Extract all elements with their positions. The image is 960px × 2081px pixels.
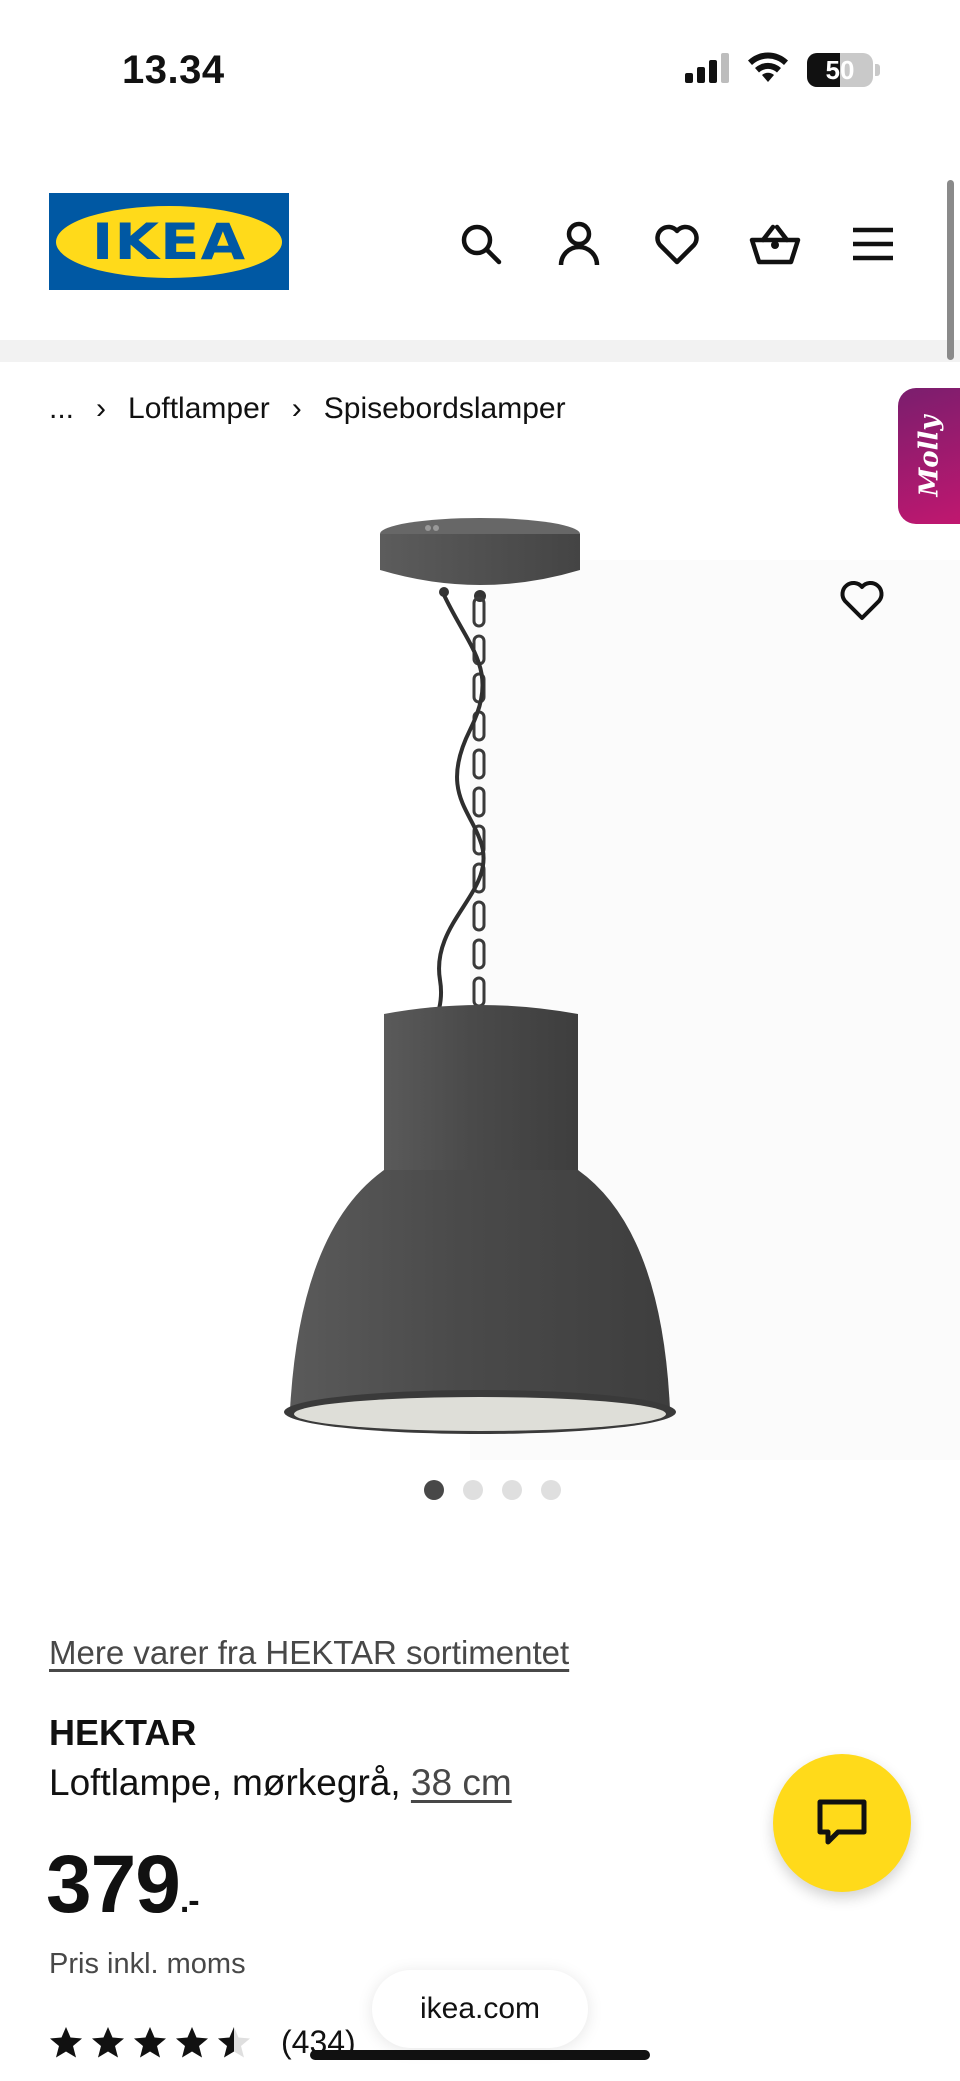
chevron-right-icon: › <box>291 392 302 425</box>
star-full-icon <box>176 2027 208 2058</box>
carousel-dot[interactable] <box>501 1480 522 1500</box>
status-time: 13.34 <box>122 48 225 92</box>
product-price: 379.- <box>46 1838 200 1932</box>
ikea-logo[interactable]: IKEA <box>49 193 289 290</box>
breadcrumb-item-loftlamper[interactable]: Loftlamper <box>128 392 270 426</box>
chevron-right-icon: › <box>96 392 107 425</box>
price-note: Pris inkl. moms <box>49 1948 246 1980</box>
rating-stars <box>49 2026 251 2059</box>
site-header: IKEA <box>0 185 960 345</box>
range-link[interactable]: Mere varer fra HEKTAR sortimentet <box>49 1634 569 1672</box>
star-full-icon <box>50 2027 82 2058</box>
search-icon[interactable] <box>452 215 510 273</box>
image-carousel-dots <box>0 1480 960 1500</box>
status-bar: 13.34 50 <box>0 0 960 140</box>
basket-icon[interactable] <box>746 215 804 273</box>
breadcrumb: ... › Loftlamper › Spisebordslamper <box>49 392 566 426</box>
wifi-icon <box>747 52 789 89</box>
status-icons: 50 <box>685 48 880 92</box>
browser-url-bar[interactable]: ikea.com <box>372 1970 588 2048</box>
breadcrumb-item-spisebordslamper[interactable]: Spisebordslamper <box>324 392 566 426</box>
chat-icon <box>817 1799 867 1845</box>
home-indicator <box>310 2050 650 2060</box>
product-description: Loftlampe, mørkegrå, 38 cm <box>49 1762 512 1804</box>
header-divider <box>0 340 960 362</box>
product-name: HEKTAR <box>49 1712 197 1753</box>
logo-text: IKEA <box>91 212 247 271</box>
heart-icon <box>840 581 884 620</box>
battery-level: 50 <box>825 55 855 85</box>
price-suffix: .- <box>179 1882 200 1920</box>
battery-icon: 50 <box>807 53 873 87</box>
product-description-text: Loftlampe, mørkegrå, <box>49 1762 401 1803</box>
logo-oval: IKEA <box>56 205 282 278</box>
size-link[interactable]: 38 cm <box>411 1762 512 1803</box>
scrollbar[interactable] <box>947 180 954 360</box>
price-value: 379 <box>46 1839 181 1930</box>
heart-icon[interactable] <box>648 215 706 273</box>
breadcrumb-ellipsis[interactable]: ... <box>49 392 74 426</box>
battery-tip <box>875 64 880 76</box>
menu-icon[interactable] <box>844 215 902 273</box>
browser-url: ikea.com <box>419 1992 541 2025</box>
carousel-dot[interactable] <box>462 1480 483 1500</box>
star-full-icon <box>134 2027 166 2058</box>
signal-icon <box>685 52 729 88</box>
chat-button[interactable] <box>773 1754 911 1892</box>
carousel-dot[interactable] <box>540 1480 561 1500</box>
add-to-favorites-button[interactable] <box>822 560 902 640</box>
star-full-icon <box>92 2027 124 2058</box>
header-nav <box>452 215 902 273</box>
account-icon[interactable] <box>550 215 608 273</box>
carousel-dot[interactable] <box>423 1480 444 1500</box>
star-half-icon <box>218 2027 250 2058</box>
product-image[interactable] <box>0 470 960 1460</box>
